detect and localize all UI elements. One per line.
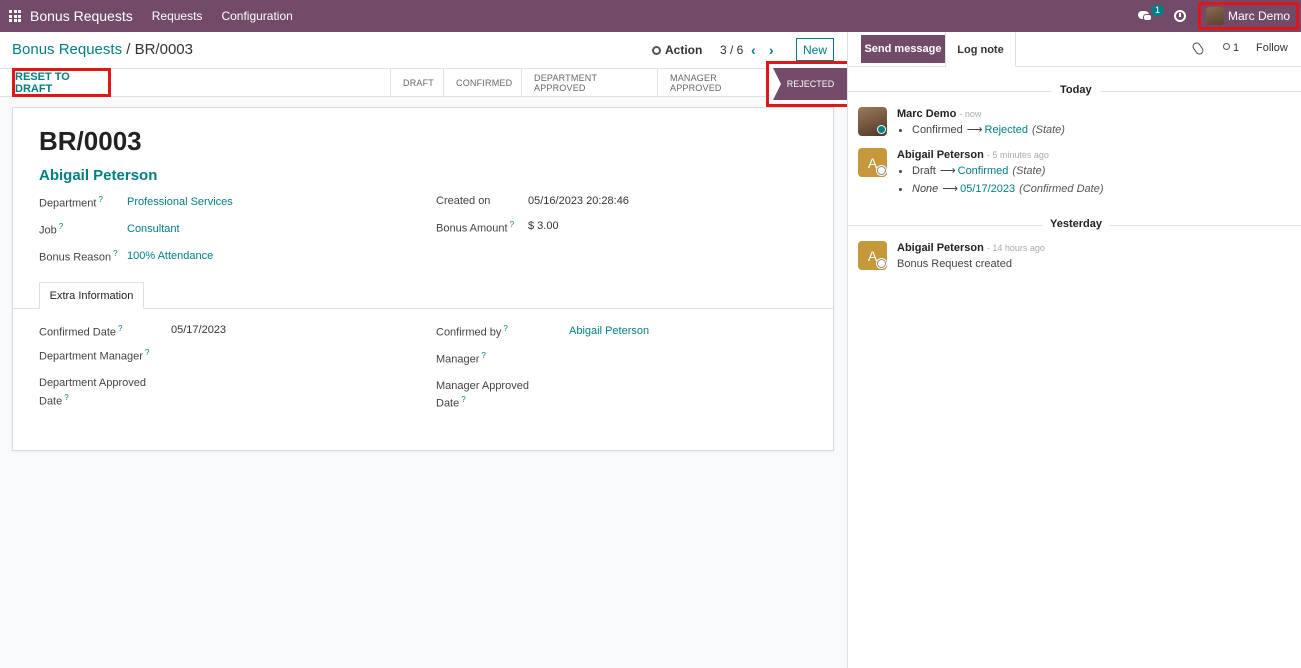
confirmed-by-label: Confirmed by? xyxy=(436,324,508,339)
tracking-line: Confirmed ⟶ Rejected (State) xyxy=(899,123,1065,136)
new-button[interactable]: New xyxy=(796,38,834,61)
presence-offline-icon xyxy=(877,259,886,268)
stage-confirmed[interactable]: CONFIRMED xyxy=(443,69,521,96)
help-icon[interactable]: ? xyxy=(118,324,122,333)
gear-icon xyxy=(652,45,661,55)
status-row: RESET TO DRAFT DRAFT CONFIRMED DEPARTMEN… xyxy=(0,61,855,107)
stage-rejected[interactable]: REJECTED xyxy=(773,68,848,100)
follow-button[interactable]: Follow xyxy=(1256,42,1288,54)
bonus-amount-value: $ 3.00 xyxy=(528,220,559,232)
confirmed-date-label: Confirmed Date? xyxy=(39,324,123,339)
help-icon[interactable]: ? xyxy=(64,393,68,402)
department-label: Department? xyxy=(39,195,103,210)
bonus-reason-value[interactable]: 100% Attendance xyxy=(127,250,213,262)
message-author[interactable]: Abigail Peterson - 14 hours ago xyxy=(897,242,1045,254)
manager-label: Manager? xyxy=(436,351,486,366)
followers-icon[interactable] xyxy=(1223,43,1230,50)
help-icon[interactable]: ? xyxy=(481,351,485,360)
user-menu[interactable]: Marc Demo xyxy=(1197,2,1299,30)
message-time: - 5 minutes ago xyxy=(986,150,1049,160)
arrow-right-icon: ⟶ xyxy=(966,124,983,136)
chevron-left-icon[interactable]: ‹ xyxy=(751,42,756,58)
apps-menu-icon[interactable] xyxy=(9,10,21,22)
arrow-right-icon: ⟶ xyxy=(939,165,956,177)
job-value[interactable]: Consultant xyxy=(127,223,180,235)
tracking-line: Draft ⟶ Confirmed (State) xyxy=(899,164,1045,177)
message-author[interactable]: Marc Demo - now xyxy=(897,108,981,120)
tracking-line: None ⟶ 05/17/2023 (Confirmed Date) xyxy=(899,182,1104,195)
breadcrumb-separator: / xyxy=(126,41,131,58)
reset-to-draft-button[interactable]: RESET TO DRAFT xyxy=(12,68,111,97)
help-icon[interactable]: ? xyxy=(461,395,465,404)
bonus-reason-label: Bonus Reason? xyxy=(39,249,118,264)
employee-name[interactable]: Abigail Peterson xyxy=(39,167,157,184)
messaging-badge: 1 xyxy=(1150,5,1164,16)
paperclip-icon[interactable] xyxy=(1190,40,1206,57)
messaging-icon[interactable]: 1 xyxy=(1137,5,1164,24)
help-icon[interactable]: ? xyxy=(510,220,514,229)
department-approved-date-label: Department Approved xyxy=(39,377,147,389)
stage-draft[interactable]: DRAFT xyxy=(390,69,443,96)
message-time: - now xyxy=(959,109,982,119)
stage-rejected-highlight: REJECTED xyxy=(766,61,855,107)
chatter-panel: Send message Log note 1 Follow Today Mar… xyxy=(847,32,1301,668)
tab-extra-information[interactable]: Extra Information xyxy=(39,282,144,309)
user-name: Marc Demo xyxy=(1227,9,1290,23)
help-icon[interactable]: ? xyxy=(98,195,102,204)
job-label: Job? xyxy=(39,222,64,237)
message-author[interactable]: Abigail Peterson - 5 minutes ago xyxy=(897,149,1049,161)
bonus-amount-label: Bonus Amount? xyxy=(436,220,515,235)
user-avatar xyxy=(1205,7,1224,25)
activity-clock-icon[interactable] xyxy=(1173,10,1186,22)
breadcrumb: Bonus Requests / BR/0003 xyxy=(12,41,193,58)
help-icon[interactable]: ? xyxy=(503,324,507,333)
manager-approved-date-label-cont: Date? xyxy=(436,395,466,410)
pager-value[interactable]: 3 / 6 xyxy=(720,43,743,57)
confirmed-by-value[interactable]: Abigail Peterson xyxy=(569,325,649,337)
presence-offline-icon xyxy=(877,166,886,175)
created-on-value: 05/16/2023 20:28:46 xyxy=(528,195,629,207)
message-body: Bonus Request created xyxy=(897,258,1012,270)
help-icon[interactable]: ? xyxy=(145,348,149,357)
help-icon[interactable]: ? xyxy=(113,249,117,258)
arrow-right-icon: ⟶ xyxy=(942,183,959,195)
chevron-right-icon[interactable]: › xyxy=(769,42,774,58)
manager-approved-date-label: Manager Approved xyxy=(436,380,529,392)
department-approved-date-label-cont: Date? xyxy=(39,393,69,408)
message-time: - 14 hours ago xyxy=(986,243,1045,253)
day-label-today: Today xyxy=(1052,84,1100,96)
app-title[interactable]: Bonus Requests xyxy=(30,8,133,24)
stage-manager-approved[interactable]: MANAGER APPROVED xyxy=(657,69,766,96)
presence-online-icon xyxy=(877,125,886,134)
followers-count[interactable]: 1 xyxy=(1233,42,1239,54)
send-message-button[interactable]: Send message xyxy=(861,35,945,63)
stage-department-approved[interactable]: DEPARTMENT APPROVED xyxy=(521,69,657,96)
log-note-button[interactable]: Log note xyxy=(945,32,1016,67)
day-label-yesterday: Yesterday xyxy=(1042,218,1110,230)
chatter-topbar: Send message Log note 1 Follow xyxy=(848,32,1301,67)
confirmed-date-value[interactable]: 05/17/2023 xyxy=(171,324,226,336)
menu-configuration[interactable]: Configuration xyxy=(221,9,292,23)
help-icon[interactable]: ? xyxy=(59,222,63,231)
action-label: Action xyxy=(665,43,703,57)
form-sheet: BR/0003 Abigail Peterson Department? Pro… xyxy=(12,107,834,451)
action-button[interactable]: Action xyxy=(652,43,702,57)
status-stages: DRAFT CONFIRMED DEPARTMENT APPROVED MANA… xyxy=(390,69,766,96)
breadcrumb-parent[interactable]: Bonus Requests xyxy=(12,41,122,58)
created-on-label: Created on xyxy=(436,195,491,207)
breadcrumb-current: BR/0003 xyxy=(134,41,193,58)
top-navbar: Bonus Requests Requests Configuration 1 … xyxy=(0,0,1301,32)
record-name: BR/0003 xyxy=(39,126,142,156)
department-manager-label: Department Manager? xyxy=(39,348,150,363)
department-value[interactable]: Professional Services xyxy=(127,196,233,208)
menu-requests[interactable]: Requests xyxy=(152,9,203,23)
